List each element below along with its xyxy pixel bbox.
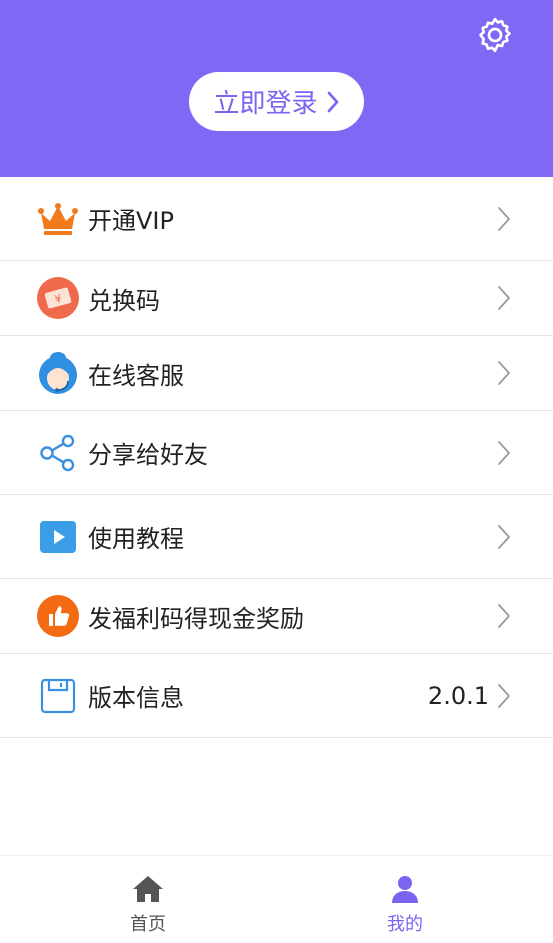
login-label: 立即登录 [213, 89, 318, 119]
menu-item-label: 分享给好友 [88, 441, 208, 469]
menu-item-reward[interactable]: 发福利码得现金奖励 [0, 579, 553, 654]
chevron-right-icon [496, 523, 512, 551]
ticket-icon: ¥ [36, 276, 80, 320]
settings-button[interactable] [472, 12, 518, 58]
menu-item-support[interactable]: 在线客服 [0, 336, 553, 411]
chevron-right-icon [326, 90, 340, 114]
menu-item-label: 版本信息 [88, 684, 184, 712]
nav-item-mine[interactable]: 我的 [267, 856, 543, 943]
home-icon [131, 872, 165, 906]
menu-item-tutorial[interactable]: 使用教程 [0, 495, 553, 579]
menu-item-redeem[interactable]: ¥ 兑换码 [0, 261, 553, 336]
thumbs-up-icon [36, 594, 80, 638]
share-icon [36, 431, 80, 475]
user-icon [388, 872, 422, 906]
chevron-right-icon [496, 682, 512, 710]
menu-item-label: 开通VIP [88, 207, 174, 235]
nav-label-home: 首页 [130, 914, 166, 935]
chevron-right-icon [496, 359, 512, 387]
menu-item-share[interactable]: 分享给好友 [0, 411, 553, 495]
crown-icon [36, 197, 80, 241]
menu-item-vip[interactable]: 开通VIP [0, 177, 553, 261]
headset-agent-icon [36, 351, 80, 395]
menu-list: 开通VIP ¥ 兑换码 在线客服 分享给好友 使用教程 发福利码得现金奖励 版本… [0, 177, 553, 738]
menu-item-label: 发福利码得现金奖励 [88, 604, 304, 633]
app-screen: 立即登录 开通VIP ¥ 兑换码 在线客服 分享给好友 使用教程 发福利码得现金… [0, 0, 553, 943]
menu-item-label: 使用教程 [88, 525, 184, 553]
profile-header: 立即登录 [0, 0, 553, 177]
chevron-right-icon [496, 602, 512, 630]
login-button[interactable]: 立即登录 [189, 72, 364, 131]
gear-icon [479, 17, 511, 53]
nav-label-mine: 我的 [387, 914, 423, 935]
play-icon [36, 515, 80, 559]
menu-item-version[interactable]: 版本信息 2.0.1 [0, 654, 553, 738]
bottom-nav: 首页 我的 [0, 855, 553, 943]
chevron-right-icon [496, 439, 512, 467]
nav-item-home[interactable]: 首页 [10, 856, 286, 943]
chevron-right-icon [496, 205, 512, 233]
floppy-disk-icon [36, 674, 80, 718]
chevron-right-icon [496, 284, 512, 312]
menu-item-label: 在线客服 [88, 361, 184, 390]
menu-item-label: 兑换码 [88, 286, 160, 315]
version-value: 2.0.1 [427, 681, 489, 710]
